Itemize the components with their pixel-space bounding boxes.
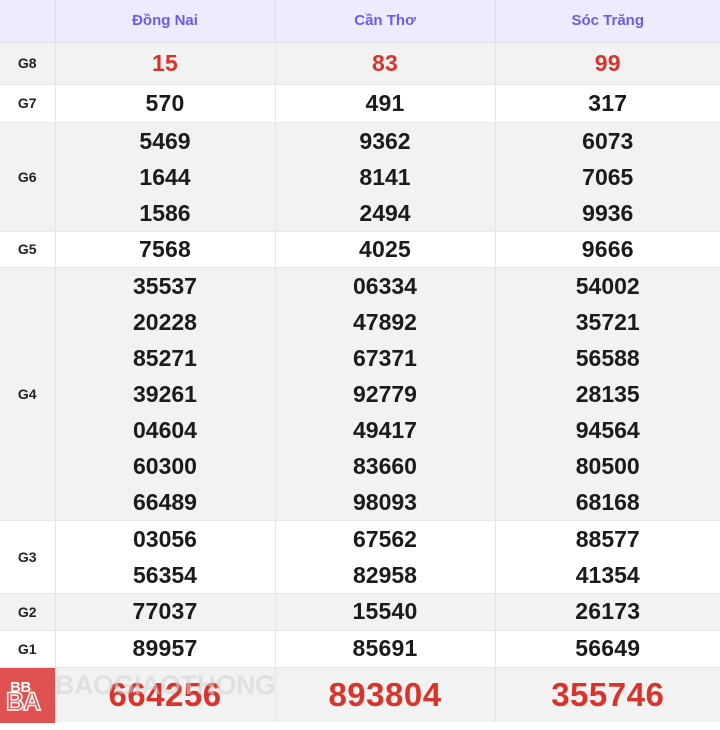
prize-value-special-dong-nai: 664256: [55, 667, 276, 722]
prize-cell-g4-soc-trang: 54002 35721 56588 28135 94564 80500 6816…: [495, 267, 720, 521]
prize-value: 49417: [353, 416, 417, 443]
prize-label-g2: G2: [0, 593, 56, 631]
prize-value: 9936: [582, 199, 634, 226]
table-row-special-prize: BB BA 664256 893804 355746: [0, 667, 720, 723]
lottery-results-table: Đồng Nai Cần Thơ Sóc Trăng G8 15 83 99 G…: [0, 0, 720, 723]
header-province-dong-nai[interactable]: Đồng Nai: [55, 0, 276, 43]
watermark-logo-icon: BB BA: [0, 667, 55, 723]
prize-value: 35721: [575, 308, 640, 335]
prize-value: 35537: [133, 272, 197, 299]
watermark-badge-bottom-text: BA: [5, 687, 42, 716]
prize-value: 6073: [582, 127, 634, 154]
prize-value-g1-dong-nai: 89957: [55, 630, 276, 668]
table-row: G4 35537 20228 85271 39261 04604 60300 6…: [0, 267, 720, 521]
prize-cell-g3-dong-nai: 03056 56354: [55, 520, 276, 594]
lottery-results-page: Đồng Nai Cần Thơ Sóc Trăng G8 15 83 99 G…: [0, 0, 720, 730]
prize-cell-g6-soc-trang: 6073 7065 9936: [495, 122, 720, 232]
prize-value-g2-soc-trang: 26173: [495, 593, 720, 631]
prize-value: 80500: [575, 452, 640, 479]
table-row: G2 77037 15540 26173: [0, 593, 720, 631]
prize-value: 7065: [582, 163, 634, 190]
prize-value: 56588: [575, 344, 640, 371]
prize-value: 85271: [133, 344, 197, 371]
prize-value: 88577: [575, 525, 640, 552]
prize-label-g1: G1: [0, 630, 56, 668]
prize-label-g6: G6: [0, 122, 56, 232]
prize-value: 67371: [353, 344, 417, 371]
table-row: G8 15 83 99: [0, 42, 720, 85]
prize-value: 9362: [359, 127, 411, 154]
prize-value: 20228: [133, 308, 197, 335]
prize-cell-g6-dong-nai: 5469 1644 1586: [55, 122, 276, 232]
table-body: G8 15 83 99 G7 570 491 317 G6 5469 1644 …: [0, 42, 720, 723]
prize-value: 1586: [139, 199, 191, 226]
prize-value: 82958: [353, 561, 417, 588]
prize-value: 67562: [353, 525, 417, 552]
prize-value-g8-can-tho: 83: [275, 42, 496, 85]
prize-value-g8-dong-nai: 15: [55, 42, 276, 85]
prize-label-g5: G5: [0, 231, 56, 268]
prize-cell-g4-can-tho: 06334 47892 67371 92779 49417 83660 9809…: [275, 267, 496, 521]
prize-value-g5-soc-trang: 9666: [495, 231, 720, 268]
prize-value-g1-can-tho: 85691: [275, 630, 496, 668]
prize-value: 03056: [133, 525, 197, 552]
table-row: G1 89957 85691 56649: [0, 630, 720, 668]
prize-cell-g4-dong-nai: 35537 20228 85271 39261 04604 60300 6648…: [55, 267, 276, 521]
prize-value: 39261: [133, 380, 197, 407]
prize-value: 94564: [575, 416, 640, 443]
table-row: G3 03056 56354 67562 82958 88577 41354: [0, 520, 720, 594]
prize-label-g4: G4: [0, 267, 56, 521]
prize-value-g1-soc-trang: 56649: [495, 630, 720, 668]
prize-label-special: BB BA: [0, 667, 56, 723]
prize-value-g2-can-tho: 15540: [275, 593, 496, 631]
prize-value: 56354: [133, 561, 197, 588]
prize-value-g5-can-tho: 4025: [275, 231, 496, 268]
prize-value: 8141: [359, 163, 411, 190]
prize-value-g7-dong-nai: 570: [55, 84, 276, 123]
prize-value-g7-soc-trang: 317: [495, 84, 720, 123]
prize-label-g3: G3: [0, 520, 56, 594]
prize-value: 92779: [353, 380, 417, 407]
header-province-can-tho[interactable]: Cần Thơ: [275, 0, 496, 43]
prize-value: 54002: [575, 272, 640, 299]
prize-value-special-can-tho: 893804: [275, 667, 496, 722]
prize-label-g7: G7: [0, 84, 56, 123]
prize-cell-g3-can-tho: 67562 82958: [275, 520, 496, 594]
header-province-soc-trang[interactable]: Sóc Trăng: [495, 0, 720, 43]
prize-label-g8: G8: [0, 42, 56, 85]
prize-value-special-soc-trang: 355746: [495, 667, 720, 722]
prize-value-g8-soc-trang: 99: [495, 42, 720, 85]
prize-value: 1644: [139, 163, 191, 190]
prize-value: 60300: [133, 452, 197, 479]
table-row: G7 570 491 317: [0, 84, 720, 123]
prize-value: 06334: [353, 272, 417, 299]
prize-value: 68168: [575, 488, 640, 515]
prize-value: 66489: [133, 488, 197, 515]
prize-value: 83660: [353, 452, 417, 479]
prize-value-g5-dong-nai: 7568: [55, 231, 276, 268]
prize-value: 28135: [575, 380, 640, 407]
prize-value: 04604: [133, 416, 197, 443]
prize-cell-g6-can-tho: 9362 8141 2494: [275, 122, 496, 232]
prize-value: 98093: [353, 488, 417, 515]
header-row: Đồng Nai Cần Thơ Sóc Trăng: [0, 0, 720, 43]
prize-value-g7-can-tho: 491: [275, 84, 496, 123]
table-row: G5 7568 4025 9666: [0, 231, 720, 268]
table-header: Đồng Nai Cần Thơ Sóc Trăng: [0, 0, 720, 43]
prize-value: 47892: [353, 308, 417, 335]
prize-cell-g3-soc-trang: 88577 41354: [495, 520, 720, 594]
prize-value: 2494: [359, 199, 411, 226]
prize-value: 41354: [575, 561, 640, 588]
header-blank-cell: [0, 0, 56, 43]
prize-value-g2-dong-nai: 77037: [55, 593, 276, 631]
table-row: G6 5469 1644 1586 9362 8141 2494 6073 70…: [0, 122, 720, 232]
prize-value: 5469: [139, 127, 191, 154]
